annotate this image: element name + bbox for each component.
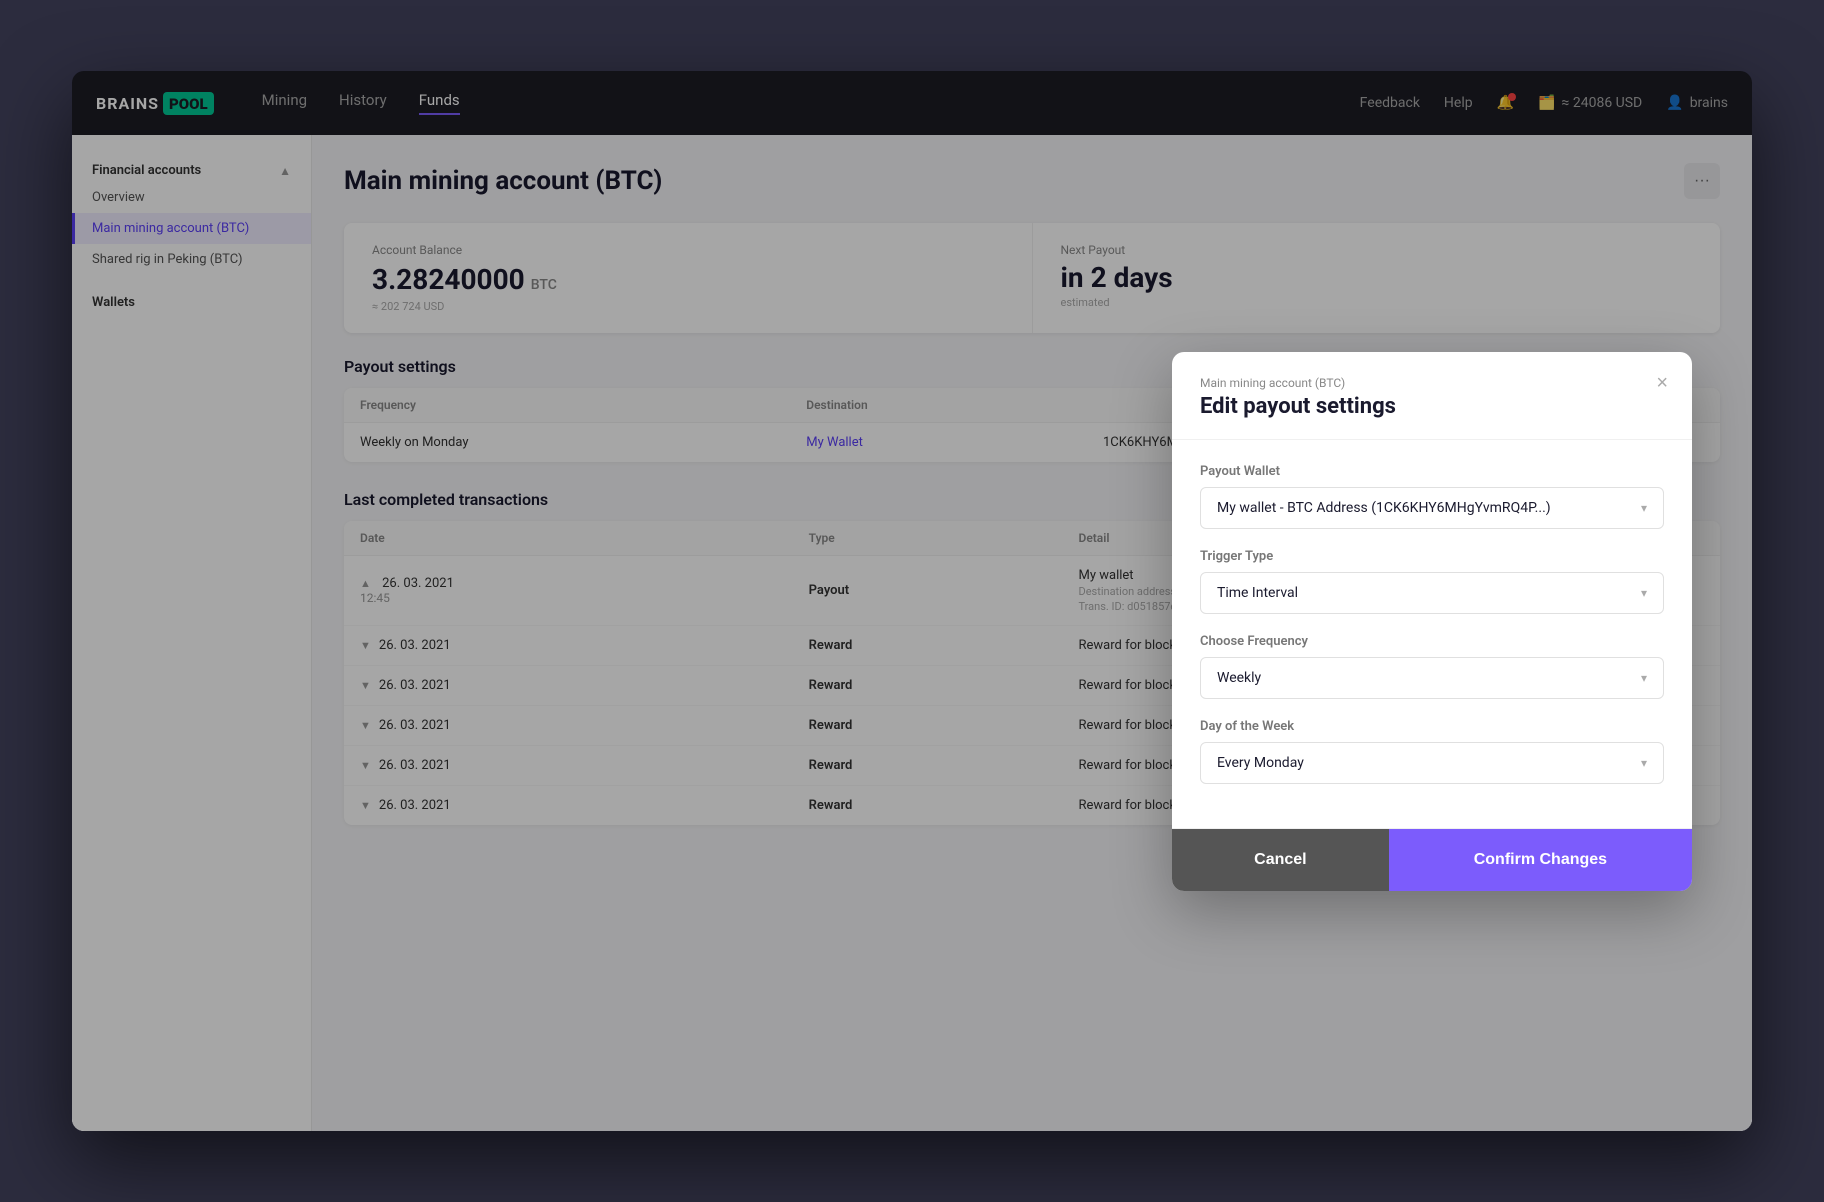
frequency-select[interactable]: Weekly ▾ <box>1200 657 1664 699</box>
edit-payout-modal: Main mining account (BTC) Edit payout se… <box>1172 352 1692 891</box>
modal-footer: Cancel Confirm Changes <box>1172 828 1692 891</box>
trigger-type-label: Trigger Type <box>1200 549 1664 564</box>
payout-wallet-selected: My wallet - BTC Address (1CK6KHY6MHgYvmR… <box>1217 500 1551 516</box>
chevron-down-icon: ▾ <box>1641 756 1647 770</box>
payout-wallet-select[interactable]: My wallet - BTC Address (1CK6KHY6MHgYvmR… <box>1200 487 1664 529</box>
modal-overlay: Main mining account (BTC) Edit payout se… <box>72 71 1752 1131</box>
chevron-down-icon: ▾ <box>1641 501 1647 515</box>
day-select[interactable]: Every Monday ▾ <box>1200 742 1664 784</box>
trigger-type-select[interactable]: Time Interval ▾ <box>1200 572 1664 614</box>
payout-wallet-label: Payout Wallet <box>1200 464 1664 479</box>
chevron-down-icon: ▾ <box>1641 671 1647 685</box>
modal-header: Main mining account (BTC) Edit payout se… <box>1172 352 1692 440</box>
payout-wallet-group: Payout Wallet My wallet - BTC Address (1… <box>1200 464 1664 529</box>
modal-close-button[interactable]: × <box>1656 372 1668 395</box>
day-group: Day of the Week Every Monday ▾ <box>1200 719 1664 784</box>
modal-title: Edit payout settings <box>1200 394 1664 419</box>
day-label: Day of the Week <box>1200 719 1664 734</box>
day-selected: Every Monday <box>1217 755 1304 771</box>
frequency-group: Choose Frequency Weekly ▾ <box>1200 634 1664 699</box>
trigger-type-selected: Time Interval <box>1217 585 1298 601</box>
modal-subtitle: Main mining account (BTC) <box>1200 376 1664 390</box>
trigger-type-group: Trigger Type Time Interval ▾ <box>1200 549 1664 614</box>
cancel-button[interactable]: Cancel <box>1172 829 1389 891</box>
frequency-label: Choose Frequency <box>1200 634 1664 649</box>
chevron-down-icon: ▾ <box>1641 586 1647 600</box>
confirm-changes-button[interactable]: Confirm Changes <box>1389 829 1692 891</box>
frequency-selected: Weekly <box>1217 670 1261 686</box>
modal-body: Payout Wallet My wallet - BTC Address (1… <box>1172 440 1692 828</box>
